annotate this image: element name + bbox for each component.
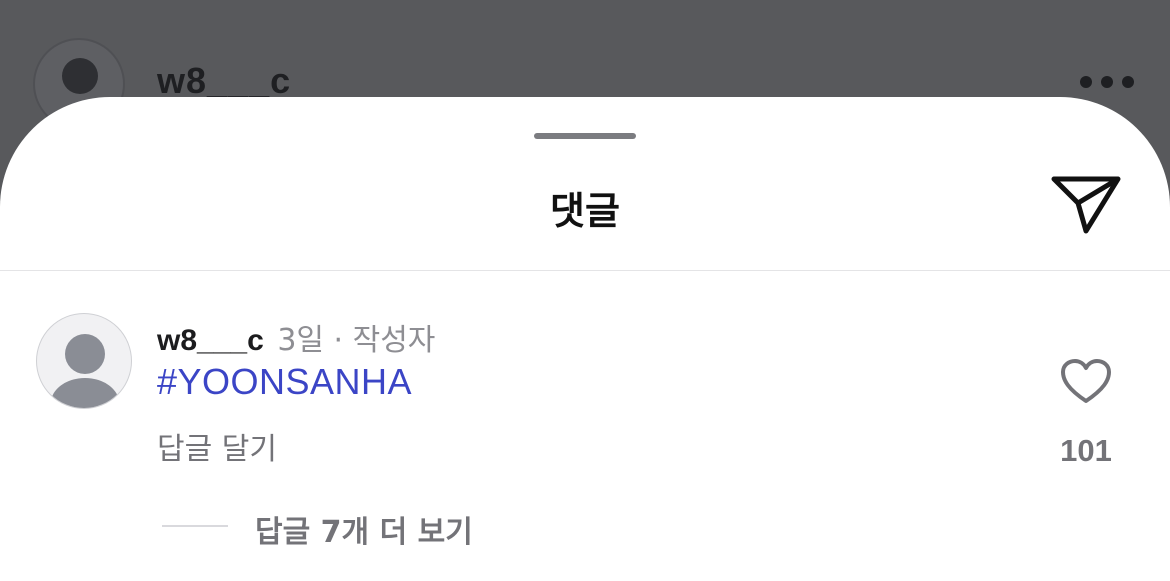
sheet-title: 댓글 <box>550 189 620 233</box>
comment-username[interactable]: w8___c <box>157 324 264 357</box>
reply-button[interactable]: 답글 달기 <box>157 424 277 468</box>
background-username: w8___c <box>157 60 292 101</box>
comment-time-author: 3일 · 작성자 <box>277 323 436 358</box>
hashtag-link[interactable]: #YOONSANHA <box>157 361 412 403</box>
view-replies-button[interactable]: 답글 7개 더 보기 <box>255 507 473 551</box>
replies-divider-line <box>162 525 228 527</box>
comment-meta: w8___c 3일 · 작성자 <box>157 315 435 359</box>
comments-sheet: 댓글 w8___c 3일 · 작성자 #YOONSANHA 답글 달기 101 … <box>0 97 1170 581</box>
heart-icon <box>1061 359 1111 403</box>
like-count: 101 <box>1060 433 1112 468</box>
paper-plane-icon <box>1051 176 1121 234</box>
header-divider <box>0 270 1170 271</box>
share-button[interactable] <box>1050 173 1122 237</box>
drag-handle[interactable] <box>534 133 636 139</box>
more-options-icon <box>1080 76 1134 88</box>
avatar[interactable] <box>36 313 132 409</box>
like-button[interactable] <box>1060 359 1112 405</box>
